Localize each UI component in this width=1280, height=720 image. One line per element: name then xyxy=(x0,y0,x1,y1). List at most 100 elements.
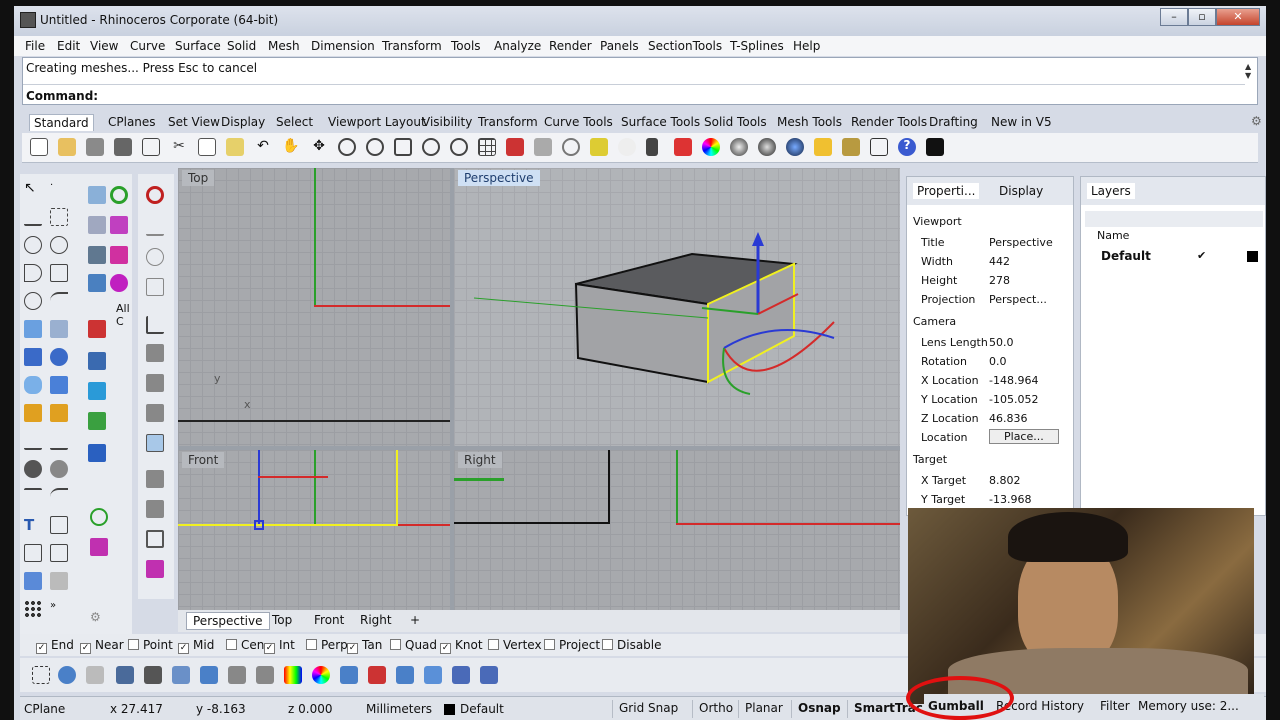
view-front-icon[interactable] xyxy=(146,374,164,392)
pan-icon[interactable]: ✋ xyxy=(282,138,300,156)
expand-chevron-icon[interactable]: » xyxy=(50,600,68,618)
tab-render-tools[interactable]: Render Tools xyxy=(847,114,931,131)
view-right-icon[interactable] xyxy=(146,404,164,422)
text-icon[interactable]: T xyxy=(24,516,42,534)
vp-tab-right[interactable]: Right xyxy=(354,612,398,630)
osnap-knot[interactable]: ✓ Knot xyxy=(440,638,483,654)
osnap-end[interactable]: ✓ End xyxy=(36,638,74,654)
material-sphere-icon[interactable] xyxy=(730,138,748,156)
surface-icon[interactable] xyxy=(24,320,42,338)
menu-panels[interactable]: Panels xyxy=(600,39,639,53)
cylinder-icon[interactable] xyxy=(24,376,42,394)
prop-value[interactable]: -148.964 xyxy=(989,374,1038,387)
current-layer-check[interactable]: ✔ xyxy=(1197,249,1206,262)
bottom-tool-6-icon[interactable] xyxy=(200,666,218,684)
color-wheel-icon[interactable] xyxy=(702,138,720,156)
tool-f-icon[interactable] xyxy=(88,274,106,292)
viewport-label-top[interactable]: Top xyxy=(182,170,215,186)
bottom-tool-4-icon[interactable] xyxy=(144,666,162,684)
menu-analyze[interactable]: Analyze xyxy=(494,39,541,53)
ellipse-icon[interactable] xyxy=(50,236,68,254)
zoom-window-icon[interactable] xyxy=(366,138,384,156)
menu-mesh[interactable]: Mesh xyxy=(268,39,300,53)
polygon-icon[interactable] xyxy=(24,292,42,310)
prop-value[interactable]: 8.802 xyxy=(989,474,1021,487)
viewport-perspective[interactable]: Perspective xyxy=(454,168,900,446)
zoom-selected-icon[interactable] xyxy=(422,138,440,156)
viewport-label-perspective[interactable]: Perspective xyxy=(458,170,540,186)
menu-solid[interactable]: Solid xyxy=(227,39,256,53)
print-icon[interactable] xyxy=(114,138,132,156)
tab-solid-tools[interactable]: Solid Tools xyxy=(700,114,771,131)
osnap-vertex[interactable]: Vertex xyxy=(488,638,542,652)
bottom-tool-8-icon[interactable] xyxy=(256,666,274,684)
front-gumball-handle[interactable] xyxy=(254,520,264,530)
rotate-view-icon[interactable] xyxy=(450,138,468,156)
copy-icon[interactable] xyxy=(198,138,216,156)
vp-tab-top[interactable]: Top xyxy=(266,612,298,630)
group-icon[interactable] xyxy=(24,460,42,478)
scale-icon[interactable] xyxy=(50,516,68,534)
cplane-icon[interactable] xyxy=(146,218,164,236)
lock-icon[interactable] xyxy=(646,138,658,156)
cut-icon[interactable]: ✂ xyxy=(170,138,188,156)
stop-icon[interactable] xyxy=(146,186,164,204)
prop-value[interactable]: 0.0 xyxy=(989,355,1007,368)
menu-render[interactable]: Render xyxy=(549,39,592,53)
layer-color-swatch[interactable] xyxy=(1247,251,1258,262)
status-layer[interactable]: Default xyxy=(460,702,504,716)
tab-layers[interactable]: Layers xyxy=(1087,183,1135,199)
bottom-tool-1-icon[interactable] xyxy=(58,666,76,684)
menu-sectiontools[interactable]: SectionTools xyxy=(648,39,722,53)
vp-tab-add[interactable]: + xyxy=(404,612,426,630)
extrude-icon[interactable] xyxy=(50,376,68,394)
paste-icon[interactable] xyxy=(226,138,244,156)
place-button[interactable]: Place... xyxy=(989,429,1059,444)
view-top-icon[interactable] xyxy=(146,344,164,362)
menu-curve[interactable]: Curve xyxy=(130,39,165,53)
tab-properties[interactable]: Properti... xyxy=(913,183,980,199)
tab-standard[interactable]: Standard xyxy=(29,114,94,131)
rotate-icon[interactable] xyxy=(50,488,68,506)
tab-drafting[interactable]: Drafting xyxy=(925,114,982,131)
scroll-arrows-icon[interactable]: ▲ ▼ xyxy=(1245,62,1255,80)
tool-e-icon[interactable] xyxy=(110,246,128,264)
car-icon[interactable] xyxy=(506,138,524,156)
prop-value[interactable]: 278 xyxy=(989,274,1010,287)
bottom-tool-12-icon[interactable] xyxy=(396,666,414,684)
setup-icon[interactable] xyxy=(146,560,164,578)
tool-j-icon[interactable] xyxy=(88,382,106,400)
move-icon[interactable]: ✥ xyxy=(310,138,328,156)
tool-h-icon[interactable] xyxy=(88,320,106,338)
tab-select[interactable]: Select xyxy=(272,114,317,131)
import-icon[interactable] xyxy=(142,138,160,156)
status-cplane[interactable]: CPlane xyxy=(24,702,65,716)
trim-icon[interactable] xyxy=(50,432,68,450)
render-sphere-icon[interactable] xyxy=(758,138,776,156)
maximize-button[interactable]: ▫ xyxy=(1188,8,1216,26)
osnap-near[interactable]: ✓ Near xyxy=(80,638,124,654)
tool-m-icon[interactable] xyxy=(90,508,108,526)
arc-icon[interactable] xyxy=(24,264,42,282)
zoom-extents-icon[interactable] xyxy=(394,138,412,156)
menu-help[interactable]: Help xyxy=(793,39,820,53)
snap-icon[interactable] xyxy=(870,138,888,156)
bulb-icon[interactable] xyxy=(618,138,636,156)
osnap-point[interactable]: Point xyxy=(128,638,173,652)
bottom-tool-10-icon[interactable] xyxy=(340,666,358,684)
sphere-icon[interactable] xyxy=(50,348,68,366)
shade-icon[interactable] xyxy=(534,138,552,156)
status-units[interactable]: Millimeters xyxy=(366,702,432,716)
history-icon[interactable] xyxy=(50,572,68,590)
tab-mesh-tools[interactable]: Mesh Tools xyxy=(773,114,846,131)
select-icon[interactable] xyxy=(562,138,580,156)
osnap-int[interactable]: ✓ Int xyxy=(264,638,295,654)
toolbar-gear-icon[interactable]: ⚙ xyxy=(1251,114,1262,128)
bottom-tool-14-icon[interactable] xyxy=(452,666,470,684)
ortho-toggle[interactable]: Ortho xyxy=(692,700,739,718)
tab-display-panel[interactable]: Display xyxy=(999,184,1043,198)
circle-icon[interactable] xyxy=(24,236,42,254)
menu-surface[interactable]: Surface xyxy=(175,39,221,53)
tool-d-icon[interactable] xyxy=(88,246,106,264)
tab-set-view[interactable]: Set View xyxy=(164,114,224,131)
